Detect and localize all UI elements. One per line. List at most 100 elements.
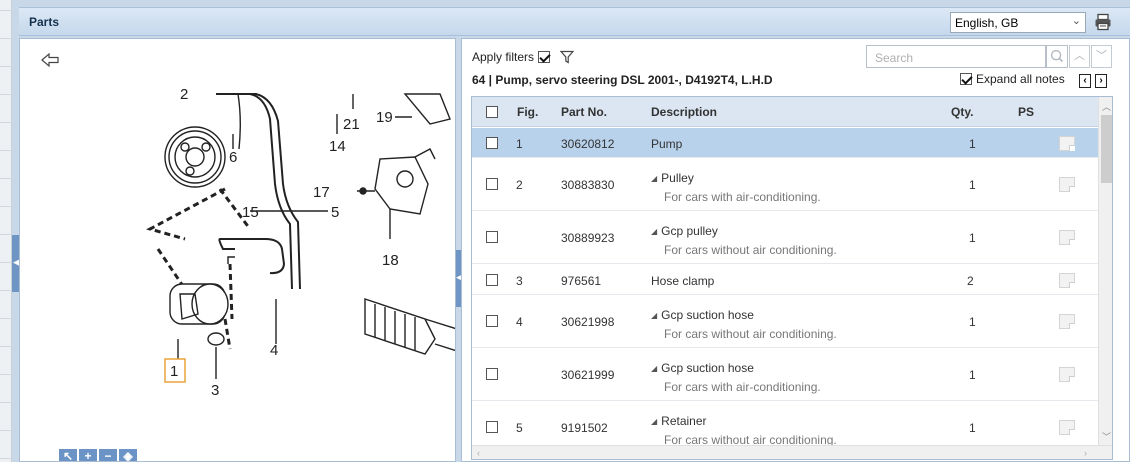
horizontal-scrollbar[interactable]: ‹ › <box>472 445 1112 459</box>
collapse-triangle-icon[interactable]: ◢ <box>651 174 657 183</box>
note-icon[interactable] <box>1059 367 1075 382</box>
fit-to-screen-icon[interactable]: ◈ <box>119 449 137 461</box>
collapse-triangle-icon[interactable]: ◢ <box>651 364 657 373</box>
back-arrow-icon[interactable] <box>40 52 60 68</box>
row-fig: 4 <box>516 315 523 329</box>
previous-note-button[interactable]: ‹ <box>1079 74 1091 88</box>
strip-divider <box>0 318 12 319</box>
strip-divider <box>0 430 12 431</box>
previous-result-button[interactable]: ︿ <box>1069 45 1090 68</box>
row-note: For cars without air conditioning. <box>664 327 837 341</box>
strip-divider <box>0 38 12 39</box>
zoom-out-icon[interactable]: − <box>99 449 117 461</box>
chevron-down-icon: ⌄ <box>1071 15 1081 27</box>
next-note-button[interactable]: › <box>1095 74 1107 88</box>
collapse-triangle-icon[interactable]: ◢ <box>651 417 657 426</box>
table-row[interactable]: 30621999 ◢ Gcp suction hose For cars with… <box>472 349 1098 401</box>
note-icon[interactable] <box>1059 136 1075 151</box>
note-icon[interactable] <box>1059 314 1075 329</box>
table-row[interactable]: 1 30620812 Pump 1 <box>472 128 1098 158</box>
strip-divider <box>0 234 12 235</box>
row-description-wrap: ◢ Retainer <box>651 414 707 428</box>
row-part-no: 30620812 <box>561 137 615 151</box>
row-checkbox[interactable] <box>486 421 498 433</box>
strip-divider <box>0 178 12 179</box>
column-header-description[interactable]: Description <box>651 105 717 119</box>
collapse-sidebar-handle[interactable]: ◀ <box>12 235 20 292</box>
row-checkbox[interactable] <box>486 137 498 149</box>
collapse-triangle-icon[interactable]: ◢ <box>651 311 657 320</box>
zoom-in-icon[interactable]: + <box>79 449 97 461</box>
note-icon[interactable] <box>1059 420 1075 435</box>
column-header-qty[interactable]: Qty. <box>951 105 973 119</box>
row-checkbox[interactable] <box>486 231 498 243</box>
table-row[interactable]: 2 30883830 ◢ Pulley For cars with air-con… <box>472 159 1098 211</box>
pointer-tool-icon[interactable]: ↖ <box>59 449 77 461</box>
strip-divider <box>0 458 12 459</box>
collapse-triangle-icon[interactable]: ◢ <box>651 227 657 236</box>
strip-divider <box>0 262 12 263</box>
callout-5: 5 <box>331 204 339 221</box>
row-description: Pulley <box>661 171 694 185</box>
column-header-part-no[interactable]: Part No. <box>561 105 607 119</box>
row-note: For cars without air conditioning. <box>664 243 837 257</box>
strip-divider <box>0 374 12 375</box>
strip-divider <box>0 122 12 123</box>
note-icon[interactable] <box>1059 177 1075 192</box>
print-icon[interactable] <box>1094 13 1112 31</box>
scroll-down-icon[interactable]: ﹀ <box>1102 430 1111 443</box>
language-select[interactable]: English, GB ⌄ <box>950 12 1086 33</box>
table-row[interactable]: 4 30621998 ◢ Gcp suction hose For cars wi… <box>472 296 1098 348</box>
row-qty: 1 <box>969 421 976 435</box>
strip-divider <box>0 206 12 207</box>
strip-divider <box>0 94 12 95</box>
apply-filters-checkbox[interactable] <box>538 51 551 63</box>
strip-divider <box>0 10 12 11</box>
row-checkbox[interactable] <box>486 315 498 327</box>
row-qty: 1 <box>969 137 976 151</box>
callout-4: 4 <box>270 342 278 359</box>
row-fig: 2 <box>516 178 523 192</box>
pulley-drawing <box>164 126 226 188</box>
vertical-scrollbar[interactable]: ︿ ﹀ <box>1098 97 1112 445</box>
note-icon[interactable] <box>1059 230 1075 245</box>
row-checkbox[interactable] <box>486 274 498 286</box>
scroll-left-icon[interactable]: ‹ <box>477 448 480 458</box>
next-result-button[interactable]: ﹀ <box>1091 45 1112 68</box>
select-all-checkbox[interactable] <box>486 106 498 118</box>
row-description: Gcp suction hose <box>661 361 754 375</box>
scroll-right-icon[interactable]: › <box>1084 448 1087 458</box>
strip-divider <box>0 290 12 291</box>
callout-1: 1 <box>170 363 178 380</box>
row-checkbox[interactable] <box>486 368 498 380</box>
search-input[interactable]: Search <box>866 45 1046 68</box>
search-icon[interactable] <box>1046 45 1068 68</box>
column-header-fig[interactable]: Fig. <box>517 105 538 119</box>
table-header: Fig. Part No. Description Qty. PS <box>472 97 1098 127</box>
exploded-parts-diagram[interactable]: 2 6 21 14 19 17 5 15 18 4 3 1 <box>20 89 456 449</box>
row-qty: 1 <box>969 231 976 245</box>
note-icon[interactable] <box>1059 273 1075 288</box>
table-row[interactable]: 3 976561 Hose clamp 2 <box>472 265 1098 295</box>
row-part-no: 30621998 <box>561 315 615 329</box>
scrollbar-thumb[interactable] <box>1101 115 1112 183</box>
column-header-ps[interactable]: PS <box>1018 105 1034 119</box>
callout-17: 17 <box>313 184 330 201</box>
row-qty: 1 <box>969 315 976 329</box>
callout-6: 6 <box>229 149 237 166</box>
row-qty: 1 <box>969 178 976 192</box>
row-fig: 5 <box>516 421 523 435</box>
filter-icon[interactable] <box>560 50 575 64</box>
table-row[interactable]: 30889923 ◢ Gcp pulley For cars without ai… <box>472 212 1098 264</box>
scroll-up-icon[interactable]: ︿ <box>1102 100 1111 113</box>
row-checkbox[interactable] <box>486 178 498 190</box>
steering-gear-drawing <box>364 298 455 355</box>
row-description: Gcp suction hose <box>661 308 754 322</box>
row-note: For cars with air-conditioning. <box>664 380 821 394</box>
callout-2: 2 <box>180 89 188 103</box>
row-description: Retainer <box>661 414 707 428</box>
expand-all-notes-label: Expand all notes <box>976 72 1065 86</box>
language-value: English, GB <box>955 16 1019 30</box>
row-part-no: 30883830 <box>561 178 615 192</box>
expand-all-notes-checkbox[interactable] <box>960 73 972 85</box>
